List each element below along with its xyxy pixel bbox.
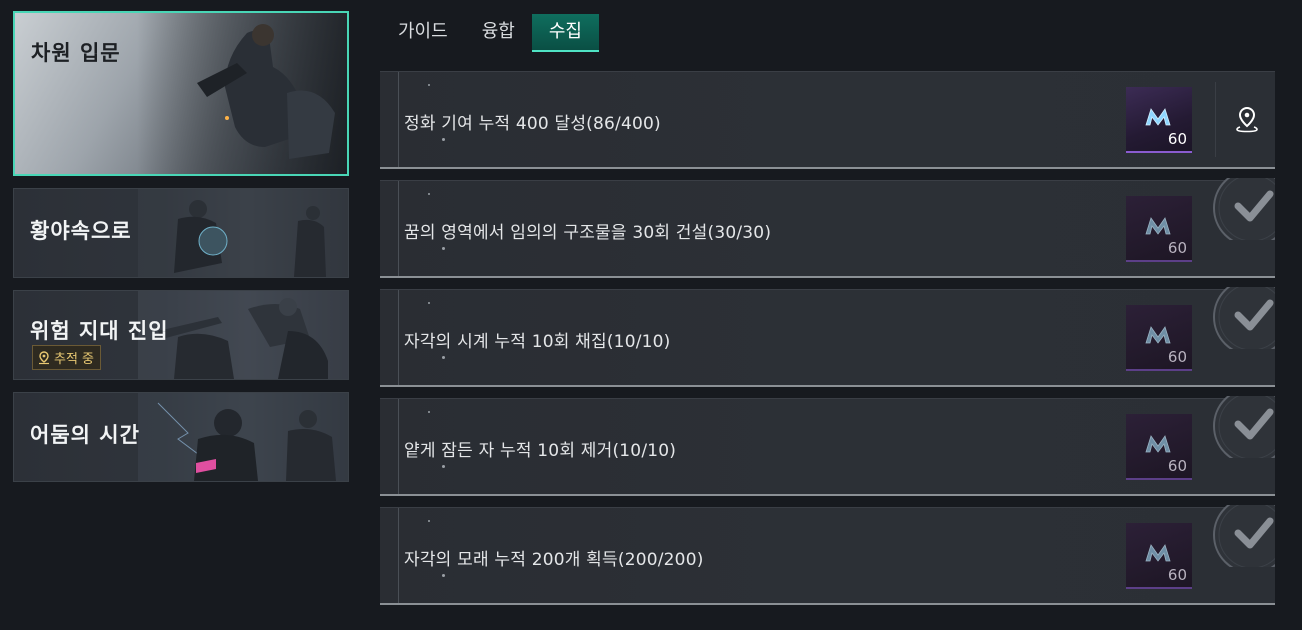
reward-currency-icon [1145,544,1171,562]
quest-text: 얕게 잠든 자 누적 10회 제거(10/10) [404,441,677,461]
tab-guide[interactable]: 가이드 [381,14,465,52]
reward-count: 60 [1167,566,1187,584]
reward-slot[interactable]: 60 [1126,87,1192,153]
reward-slot[interactable]: 60 [1126,305,1192,371]
reward-currency-icon [1145,326,1171,344]
reward-count: 60 [1167,239,1187,257]
reward-slot[interactable]: 60 [1126,414,1192,480]
chapter-art [138,291,348,379]
quest-text: 정화 기여 누적 400 달성(86/400) [404,114,661,134]
quest-row[interactable]: 꿈의 영역에서 임의의 구조물을 30회 건설(30/30) 60 [380,178,1275,278]
reward-currency-icon [1145,435,1171,453]
reward-slot[interactable]: 60 [1126,196,1192,262]
reward-count: 60 [1167,457,1187,475]
map-pin-icon[interactable] [1234,106,1260,134]
quest-row[interactable]: 얕게 잠든 자 누적 10회 제거(10/10) 60 [380,396,1275,496]
chapter-card-hour-of-darkness[interactable]: 어둠의 시간 [13,392,349,482]
reward-slot[interactable]: 60 [1126,523,1192,589]
tab-fusion[interactable]: 융합 [465,14,532,52]
reward-currency-icon [1145,108,1171,126]
tab-collect[interactable]: 수집 [531,14,599,52]
chapter-title: 위험 지대 진입 [30,319,169,343]
quest-list: 정화 기여 누적 400 달성(86/400) 60 꿈의 영역에서 임의의 구… [380,71,1275,616]
reward-count: 60 [1167,348,1187,366]
quest-text: 자각의 모래 누적 200개 획득(200/200) [404,550,704,570]
reward-count: 60 [1167,130,1187,148]
chapter-card-into-wilderness[interactable]: 황야속으로 [13,188,349,278]
tracking-badge-label: 추적 중 [54,352,95,367]
quest-row[interactable]: 자각의 시계 누적 10회 채집(10/10) 60 [380,287,1275,387]
tracking-badge: 추적 중 [32,345,102,370]
chapter-title: 황야속으로 [30,219,132,243]
checkmark-icon [1213,287,1275,349]
chapter-title: 어둠의 시간 [30,423,140,447]
location-pin-icon [39,350,49,364]
quest-text: 자각의 시계 누적 10회 채집(10/10) [404,332,671,352]
quest-row[interactable]: 정화 기여 누적 400 달성(86/400) 60 [380,71,1275,169]
divider [1215,82,1216,157]
checkmark-icon [1213,505,1275,567]
quest-row[interactable]: 자각의 모래 누적 200개 획득(200/200) 60 [380,505,1275,605]
chapter-list: 차원 입문 황야속으로 위험 지대 진입 추적 중 어둠의 시간 [13,11,349,494]
chapter-art [137,13,347,174]
chapter-art [138,189,348,277]
tab-bar: 가이드 융합 수집 [381,14,599,52]
checkmark-icon [1213,178,1275,240]
reward-currency-icon [1145,217,1171,235]
chapter-title: 차원 입문 [31,41,121,65]
chapter-card-danger-zone[interactable]: 위험 지대 진입 추적 중 [13,290,349,380]
chapter-card-dimension-intro[interactable]: 차원 입문 [13,11,349,176]
checkmark-icon [1213,396,1275,458]
quest-text: 꿈의 영역에서 임의의 구조물을 30회 건설(30/30) [404,223,772,243]
chapter-art [138,393,348,481]
